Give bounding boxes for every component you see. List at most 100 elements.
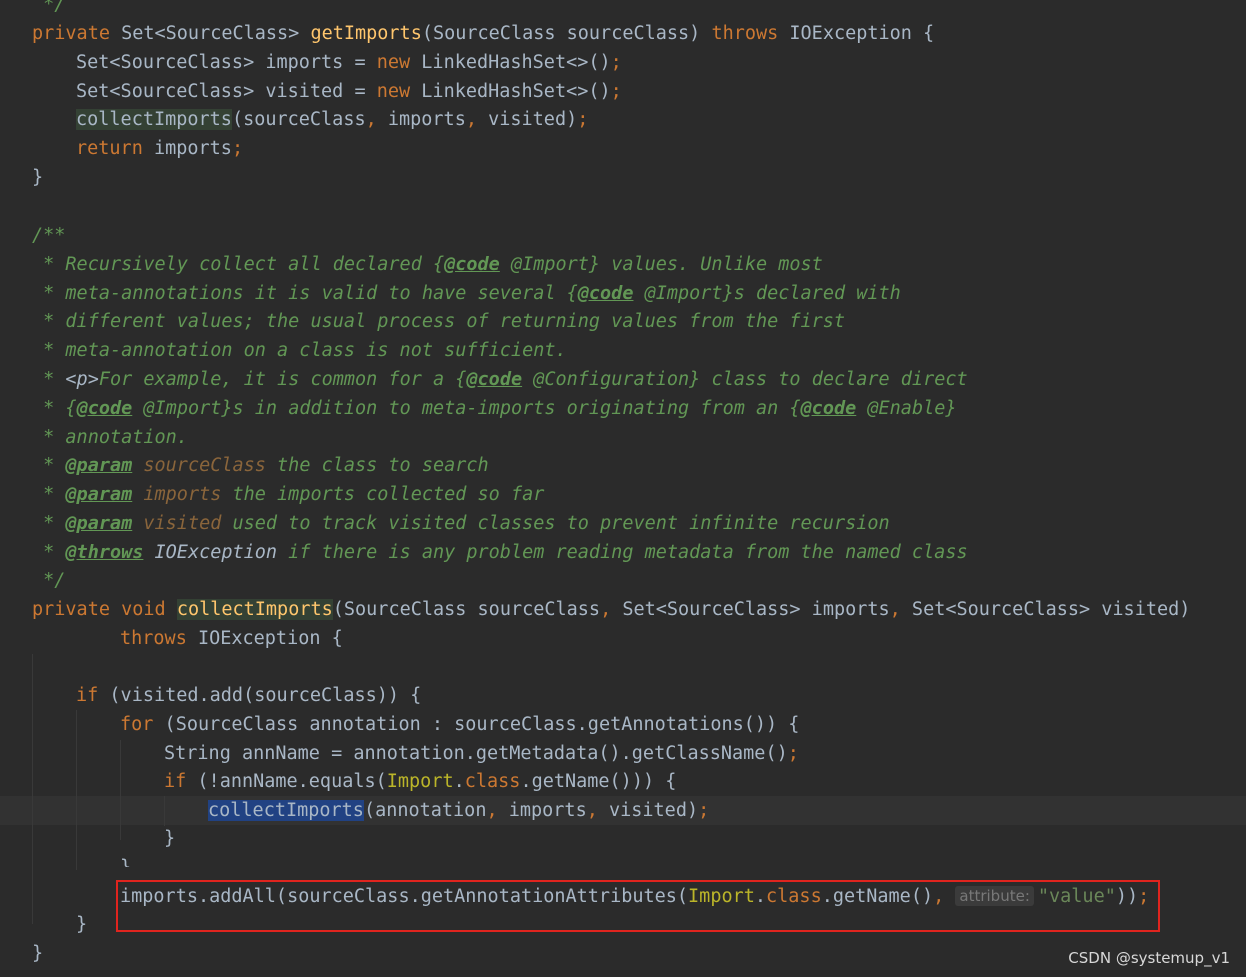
javadoc-line[interactable]: /** — [32, 221, 65, 250]
javadoc-text: @Import}s declared with — [633, 283, 901, 304]
code-text: Set<SourceClass> visited = — [76, 81, 377, 102]
javadoc-line[interactable]: * @param sourceClass the class to search — [32, 451, 489, 480]
code-text: (SourceClass annotation : sourceClass.ge… — [153, 714, 800, 735]
code-text: IOException { — [186, 628, 343, 649]
javadoc-throws-tag[interactable]: @throws — [65, 542, 143, 563]
code-line[interactable]: } — [164, 824, 175, 853]
method-name[interactable]: getImports — [310, 23, 421, 44]
code-text: imports — [497, 800, 587, 821]
javadoc-text: * different values; the usual process of… — [32, 311, 846, 332]
javadoc-line[interactable]: */ — [32, 566, 65, 595]
code-text: (SourceClass sourceClass — [332, 599, 601, 620]
code-line[interactable]: private Set<SourceClass> getImports(Sour… — [32, 19, 934, 48]
javadoc-html-tag: <p> — [65, 369, 99, 390]
code-line[interactable]: if (visited.add(sourceClass)) { — [76, 681, 421, 710]
method-call-collectImports[interactable]: collectImports — [76, 109, 232, 130]
javadoc-line[interactable]: * meta-annotations it is valid to have s… — [32, 279, 901, 308]
javadoc-line[interactable]: * different values; the usual process of… — [32, 307, 845, 336]
javadoc-line[interactable]: * Recursively collect all declared {@cod… — [32, 250, 823, 279]
javadoc-param-tag[interactable]: @param — [65, 513, 132, 534]
javadoc-exception-name[interactable]: IOException — [143, 542, 278, 563]
code-line[interactable]: if (!annName.equals(Import.class.getName… — [164, 767, 676, 796]
code-line[interactable]: */ — [32, 0, 65, 19]
code-line[interactable]: for (SourceClass annotation : sourceClas… — [120, 710, 799, 739]
javadoc-text: * Recursively collect all declared { — [32, 254, 445, 275]
code-text: LinkedHashSet<>() — [410, 52, 611, 73]
brace: } — [120, 857, 131, 867]
javadoc-param-name: imports — [132, 484, 222, 505]
javadoc-tag[interactable]: @code — [77, 398, 133, 419]
code-text: (annotation — [363, 800, 487, 821]
code-text: Set<SourceClass> — [109, 23, 311, 44]
code-line[interactable]: } — [76, 910, 87, 939]
semicolon: ; — [787, 743, 799, 764]
watermark: CSDN @systemup_v1 — [1068, 949, 1230, 967]
javadoc-text: * annotation. — [32, 427, 188, 448]
javadoc-line[interactable]: * annotation. — [32, 423, 188, 452]
keyword: private — [32, 23, 110, 44]
code-text: Set<SourceClass> visited) — [900, 599, 1191, 620]
keyword: class — [464, 771, 521, 792]
code-line-current[interactable]: collectImports(annotation, imports, visi… — [208, 796, 709, 825]
indent-guide — [32, 654, 33, 924]
code-text: LinkedHashSet<>() — [410, 81, 611, 102]
javadoc-text: * — [32, 513, 66, 534]
javadoc-tag[interactable]: @code — [801, 398, 857, 419]
code-line[interactable]: throws IOException { — [120, 624, 343, 653]
code-text: visited) — [597, 800, 699, 821]
javadoc-line[interactable]: * meta-annotation on a class is not suff… — [32, 336, 567, 365]
code-line[interactable]: Set<SourceClass> imports = new LinkedHas… — [76, 48, 622, 77]
javadoc-tag[interactable]: @code — [466, 369, 522, 390]
javadoc-param-tag[interactable]: @param — [65, 484, 132, 505]
keyword: throws — [711, 23, 779, 44]
javadoc-line[interactable]: * @param imports the imports collected s… — [32, 480, 544, 509]
keyword: return — [76, 138, 143, 159]
code-line[interactable]: String annName = annotation.getMetadata(… — [164, 739, 799, 768]
javadoc-text: * { — [32, 398, 77, 419]
keyword: void — [121, 599, 166, 620]
javadoc-close: */ — [32, 570, 66, 591]
code-text: visited) — [476, 109, 578, 130]
indent-guide — [76, 710, 77, 870]
javadoc-text: * meta-annotation on a class is not suff… — [32, 340, 567, 361]
keyword: new — [376, 52, 411, 73]
comma: , — [365, 109, 377, 130]
class-reference[interactable]: Import — [387, 771, 454, 792]
javadoc-tag[interactable]: @code — [578, 283, 634, 304]
javadoc-text: the imports collected so far — [221, 484, 545, 505]
javadoc-line[interactable]: * @throws IOException if there is any pr… — [32, 538, 967, 567]
keyword: if — [76, 685, 99, 706]
javadoc-text: * — [32, 455, 66, 476]
code-line[interactable]: Set<SourceClass> visited = new LinkedHas… — [76, 77, 622, 106]
javadoc-text: * meta-annotations it is valid to have s… — [32, 283, 578, 304]
javadoc-param-name: sourceClass — [132, 455, 266, 476]
javadoc-tag[interactable]: @code — [444, 254, 500, 275]
code-line[interactable]: } — [120, 853, 131, 867]
method-name-collectImports[interactable]: collectImports — [176, 599, 333, 620]
javadoc-line[interactable]: * {@code @Import}s in addition to meta-i… — [32, 394, 956, 423]
code-editor[interactable]: */ private Set<SourceClass> getImports(S… — [0, 0, 1246, 977]
code-text: imports — [142, 138, 232, 159]
code-line[interactable]: collectImports(sourceClass, imports, vis… — [76, 105, 588, 134]
code-line[interactable]: } — [32, 939, 43, 968]
comma: , — [600, 599, 612, 620]
semicolon: ; — [577, 109, 589, 130]
javadoc-text: @Import}s in addition to meta-imports or… — [132, 398, 801, 419]
javadoc-line[interactable]: * <p>For example, it is common for a {@c… — [32, 365, 968, 394]
method-call-collectImports-selected[interactable]: collectImports — [208, 800, 364, 821]
code-line[interactable]: return imports; — [76, 134, 243, 163]
code-text: Set<SourceClass> imports = — [76, 52, 377, 73]
javadoc-text: used to track visited classes to prevent… — [221, 513, 890, 534]
code-text: imports — [376, 109, 466, 130]
keyword: if — [164, 771, 187, 792]
code-text: (visited.add(sourceClass)) { — [98, 685, 422, 706]
code-line[interactable]: private void collectImports(SourceClass … — [32, 595, 1190, 624]
code-text: . — [453, 771, 465, 792]
indent-guide — [164, 796, 165, 826]
indent-guide — [120, 740, 121, 840]
semicolon: ; — [231, 138, 244, 159]
javadoc-line[interactable]: * @param visited used to track visited c… — [32, 509, 890, 538]
code-line[interactable]: } — [32, 163, 43, 192]
comma: , — [586, 800, 598, 821]
javadoc-param-tag[interactable]: @param — [65, 455, 132, 476]
